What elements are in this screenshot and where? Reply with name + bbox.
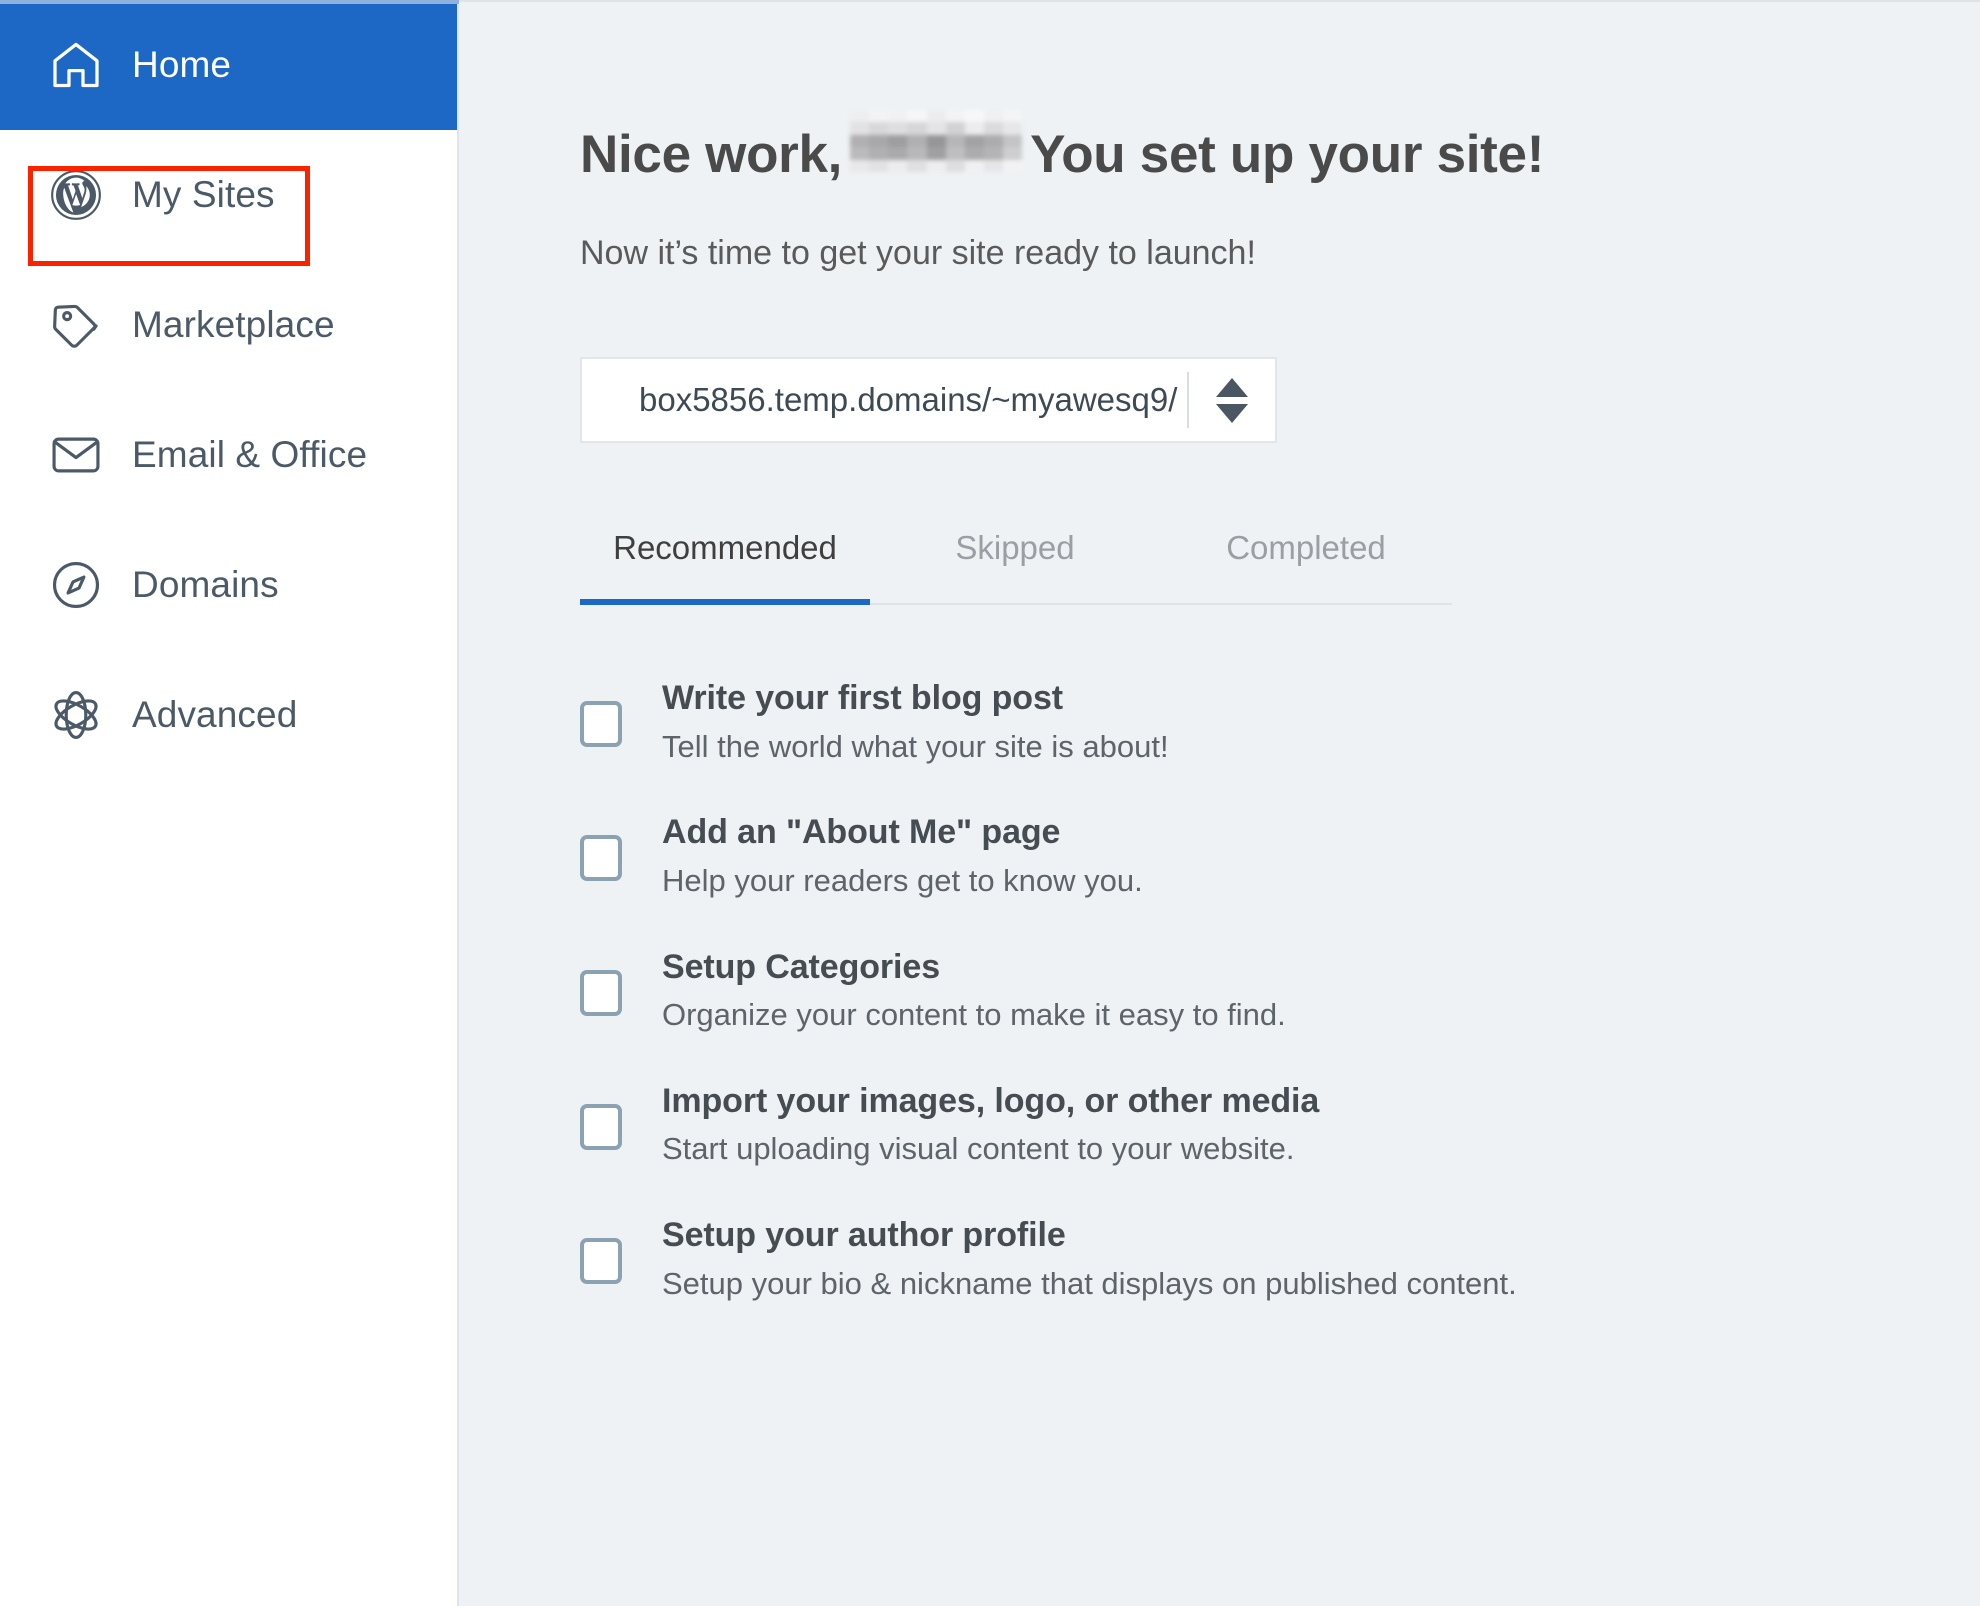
main-content: Nice work, You set up your site! Now it’… <box>459 0 1980 1606</box>
task-title[interactable]: Setup Categories <box>662 946 1286 990</box>
task-item: Write your first blog post Tell the worl… <box>580 677 1980 766</box>
task-item: Import your images, logo, or other media… <box>580 1080 1980 1169</box>
sidebar-item-label-marketplace: Marketplace <box>132 304 335 345</box>
task-tabs: Recommended Skipped Completed <box>580 529 1452 606</box>
domain-select[interactable]: box5856.temp.domains/~myawesq9/ <box>580 357 1277 444</box>
task-description: Tell the world what your site is about! <box>662 728 1169 764</box>
task-checkbox[interactable] <box>580 835 622 882</box>
page-subtitle: Now it’s time to get your site ready to … <box>580 234 1256 273</box>
sidebar-item-home[interactable]: Home <box>0 0 457 130</box>
task-text: Setup your author profile Setup your bio… <box>662 1214 1517 1303</box>
sidebar-item-my-sites[interactable]: My Sites <box>0 130 457 260</box>
app-root: Home My Sites Marketplace Email & Office… <box>0 0 1980 1606</box>
tab-skipped[interactable]: Skipped <box>870 529 1160 603</box>
sidebar-item-email-office[interactable]: Email & Office <box>0 390 457 520</box>
task-text: Add an "About Me" page Help your readers… <box>662 811 1143 900</box>
compass-icon <box>48 557 104 613</box>
page-title: Nice work, You set up your site! <box>580 110 1980 184</box>
task-list: Write your first blog post Tell the worl… <box>580 677 1980 1303</box>
home-icon <box>48 37 104 93</box>
caret-down-icon[interactable] <box>1216 403 1248 423</box>
page-title-suffix: You set up your site! <box>1030 125 1545 184</box>
sidebar-item-label-home: Home <box>132 44 232 85</box>
atom-icon <box>48 687 104 743</box>
task-title[interactable]: Write your first blog post <box>662 677 1169 721</box>
task-checkbox[interactable] <box>580 701 622 748</box>
page-title-prefix: Nice work, <box>580 125 843 184</box>
task-description: Help your readers get to know you. <box>662 863 1143 898</box>
sidebar-item-label-advanced: Advanced <box>132 694 298 735</box>
task-description: Organize your content to make it easy to… <box>662 997 1286 1033</box>
task-checkbox[interactable] <box>580 1238 622 1285</box>
sidebar-item-advanced[interactable]: Advanced <box>0 650 457 780</box>
envelope-icon <box>48 427 104 483</box>
tag-icon <box>48 297 104 353</box>
task-item: Setup Categories Organize your content t… <box>580 946 1980 1035</box>
task-description: Setup your bio & nickname that displays … <box>662 1265 1517 1301</box>
wordpress-icon <box>48 167 104 223</box>
sidebar: Home My Sites Marketplace Email & Office… <box>0 0 459 1606</box>
caret-up-icon[interactable] <box>1216 377 1248 397</box>
domain-select-value: box5856.temp.domains/~myawesq9/ <box>639 381 1178 419</box>
tab-completed[interactable]: Completed <box>1160 529 1452 603</box>
task-checkbox[interactable] <box>580 1103 622 1150</box>
task-title[interactable]: Add an "About Me" page <box>662 811 1143 855</box>
sidebar-item-label-domains: Domains <box>132 564 279 605</box>
tab-recommended[interactable]: Recommended <box>580 529 870 606</box>
redacted-name-blur <box>850 110 1023 172</box>
sidebar-item-marketplace[interactable]: Marketplace <box>0 260 457 390</box>
sidebar-item-domains[interactable]: Domains <box>0 520 457 650</box>
task-title[interactable]: Import your images, logo, or other media <box>662 1080 1319 1124</box>
task-checkbox[interactable] <box>580 969 622 1016</box>
task-text: Setup Categories Organize your content t… <box>662 946 1286 1035</box>
task-title[interactable]: Setup your author profile <box>662 1214 1517 1258</box>
task-item: Setup your author profile Setup your bio… <box>580 1214 1980 1303</box>
domain-select-spinner[interactable] <box>1189 377 1275 423</box>
task-text: Import your images, logo, or other media… <box>662 1080 1319 1169</box>
task-text: Write your first blog post Tell the worl… <box>662 677 1169 766</box>
sidebar-item-label-email-office: Email & Office <box>132 434 368 475</box>
sidebar-item-label-my-sites: My Sites <box>132 174 275 215</box>
sidebar-top-strip <box>0 0 459 4</box>
task-item: Add an "About Me" page Help your readers… <box>580 811 1980 900</box>
task-description: Start uploading visual content to your w… <box>662 1131 1295 1167</box>
